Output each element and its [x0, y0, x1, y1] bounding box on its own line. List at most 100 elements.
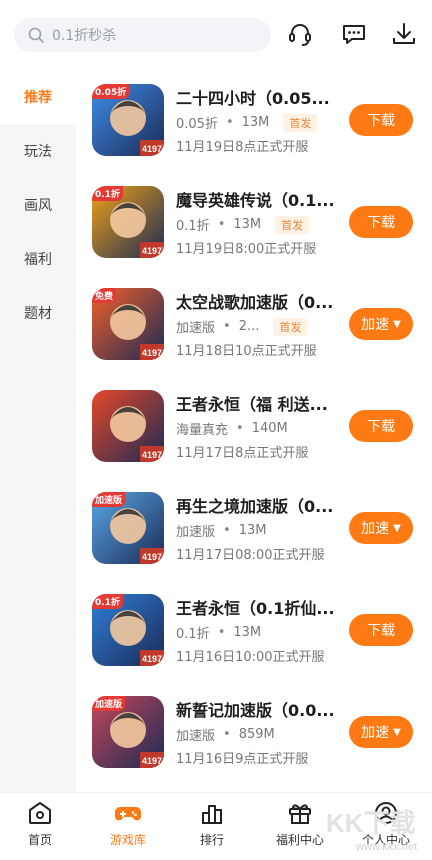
- server-open-date: 11月17日8点正式开服: [176, 446, 309, 461]
- game-row[interactable]: 4197 王者永恒（福 利送... 海量真充 • 140M 11月17日8点正式开服 下载: [76, 381, 432, 483]
- game-list[interactable]: 4197 0.05折 二十四小时（0.05... 0.05折 • 13M 首发 11月19日8…: [76, 70, 432, 792]
- nav-profile[interactable]: 个人中心: [346, 799, 426, 855]
- accelerate-button[interactable]: 加速 ▼: [349, 512, 413, 544]
- nav-game-library[interactable]: 游戏库: [88, 799, 168, 855]
- separator-dot: •: [223, 727, 231, 742]
- game-icon[interactable]: 4197 0.1折: [92, 594, 164, 666]
- game-size: 13M: [238, 523, 267, 538]
- game-size: 140M: [251, 421, 288, 436]
- server-open-date: 11月19日8点正式开服: [176, 140, 309, 155]
- game-icon[interactable]: 4197 0.05折: [92, 84, 164, 156]
- button-label: 下载: [367, 215, 395, 231]
- button-label: 加速: [361, 317, 390, 333]
- game-icon[interactable]: 4197 0.1折: [92, 186, 164, 258]
- game-badge: 0.1折: [92, 186, 123, 201]
- game-icon[interactable]: 4197 免费: [92, 288, 164, 360]
- svg-text:4197: 4197: [142, 246, 162, 256]
- headset-icon[interactable]: [286, 20, 314, 48]
- sidebar-item-label: 福利: [24, 252, 52, 268]
- separator-dot: •: [217, 625, 226, 640]
- game-row[interactable]: 4197 加速版 新誓记加速版（0.0... 加速版 • 859M 11月16日9点正式开服…: [76, 687, 432, 789]
- game-icon[interactable]: 4197: [92, 390, 164, 462]
- search-placeholder: 0.1折秒杀: [52, 28, 117, 44]
- nav-home[interactable]: 首页: [0, 799, 80, 855]
- button-label: 加速: [361, 725, 390, 741]
- button-label: 下载: [367, 419, 395, 435]
- accelerate-button[interactable]: 加速 ▼: [349, 308, 413, 340]
- separator-dot: •: [223, 319, 231, 334]
- game-size: 13M: [241, 115, 270, 130]
- separator-dot: •: [225, 115, 234, 130]
- download-button[interactable]: 下载: [349, 104, 413, 136]
- game-meta: 加速版 • 13M: [176, 521, 266, 540]
- first-release-tag: 首发: [273, 317, 308, 336]
- download-button[interactable]: 下载: [349, 410, 413, 442]
- game-title: 新誓记加速版（0.0...: [176, 701, 335, 720]
- game-category: 加速版: [176, 525, 216, 540]
- first-release-tag: 首发: [275, 215, 310, 234]
- sidebar-item-gameplay[interactable]: 玩法: [0, 124, 76, 178]
- server-open-date: 11月16日9点正式开服: [176, 752, 309, 767]
- button-label: 下载: [367, 623, 395, 639]
- game-row[interactable]: 4197 0.1折 王者永恒（0.1折仙... 0.1折 • 13M 11月16日10:00…: [76, 585, 432, 687]
- sidebar-item-welfare[interactable]: 福利: [0, 232, 76, 286]
- nav-ranking[interactable]: 排行: [172, 799, 252, 855]
- search-icon: [28, 27, 44, 43]
- nav-label: 福利中心: [275, 833, 324, 847]
- game-category: 0.05折: [176, 117, 218, 132]
- game-row[interactable]: 4197 免费 太空战歌加速版（0... 加速版 • 2... 首发 11月18日10点正式开…: [76, 279, 432, 381]
- game-meta: 0.05折 • 13M 首发: [176, 113, 318, 132]
- game-category: 海量真充: [176, 423, 229, 438]
- game-meta: 加速版 • 859M: [176, 725, 275, 744]
- nav-welfare-center[interactable]: 福利中心: [260, 799, 340, 855]
- game-size: 859M: [238, 727, 275, 742]
- button-label: 加速: [361, 521, 390, 537]
- download-icon[interactable]: [390, 20, 418, 48]
- svg-text:4197: 4197: [142, 144, 162, 154]
- game-title: 魔导英雄传说（0.1...: [176, 191, 335, 210]
- server-open-date: 11月18日10点正式开服: [176, 344, 317, 359]
- accelerate-button[interactable]: 加速 ▼: [349, 716, 413, 748]
- game-badge: 0.05折: [92, 84, 130, 99]
- profile-icon: [372, 799, 400, 827]
- download-button[interactable]: 下载: [349, 206, 413, 238]
- game-icon[interactable]: 4197 加速版: [92, 696, 164, 768]
- svg-text:4197: 4197: [142, 756, 162, 766]
- svg-text:4197: 4197: [142, 552, 162, 562]
- first-release-tag: 首发: [283, 113, 318, 132]
- game-row[interactable]: 4197 0.05折 二十四小时（0.05... 0.05折 • 13M 首发 11月19日8…: [76, 75, 432, 177]
- game-badge: 加速版: [92, 696, 126, 711]
- game-title: 王者永恒（福 利送...: [176, 395, 328, 414]
- top-bar: 0.1折秒杀: [0, 0, 432, 70]
- sidebar-item-art-style[interactable]: 画风: [0, 178, 76, 232]
- svg-text:4197: 4197: [142, 450, 162, 460]
- button-label: 下载: [367, 113, 395, 129]
- search-bar[interactable]: 0.1折秒杀: [14, 18, 271, 52]
- game-category: 加速版: [176, 729, 216, 744]
- separator-dot: •: [223, 523, 231, 538]
- sidebar-item-label: 推荐: [24, 90, 52, 106]
- sidebar-item-recommend[interactable]: 推荐: [0, 70, 76, 124]
- gift-icon: [286, 799, 314, 827]
- server-open-date: 11月16日10:00正式开服: [176, 650, 325, 665]
- svg-text:4197: 4197: [142, 348, 162, 358]
- game-title: 再生之境加速版（0...: [176, 497, 334, 516]
- nav-label: 排行: [199, 833, 224, 847]
- game-row[interactable]: 4197 0.1折 魔导英雄传说（0.1... 0.1折 • 13M 首发 11月19日8:0…: [76, 177, 432, 279]
- game-row[interactable]: 4197 加速版 再生之境加速版（0... 加速版 • 13M 11月17日08:00正式开…: [76, 483, 432, 585]
- chat-icon[interactable]: [340, 20, 368, 48]
- category-sidebar: 推荐 玩法 画风 福利 题材: [0, 70, 76, 792]
- caret-down-icon: ▼: [393, 522, 401, 534]
- game-category: 加速版: [176, 321, 216, 336]
- game-category: 0.1折: [176, 627, 210, 642]
- game-badge: 加速版: [92, 492, 126, 507]
- nav-label: 个人中心: [361, 833, 410, 847]
- game-size: 2...: [238, 319, 260, 334]
- nav-label: 首页: [27, 833, 52, 847]
- sidebar-item-theme[interactable]: 题材: [0, 286, 76, 340]
- game-icon[interactable]: 4197 加速版: [92, 492, 164, 564]
- game-meta: 加速版 • 2... 首发: [176, 317, 308, 336]
- caret-down-icon: ▼: [393, 726, 401, 738]
- download-button[interactable]: 下载: [349, 614, 413, 646]
- sidebar-item-label: 画风: [24, 198, 52, 214]
